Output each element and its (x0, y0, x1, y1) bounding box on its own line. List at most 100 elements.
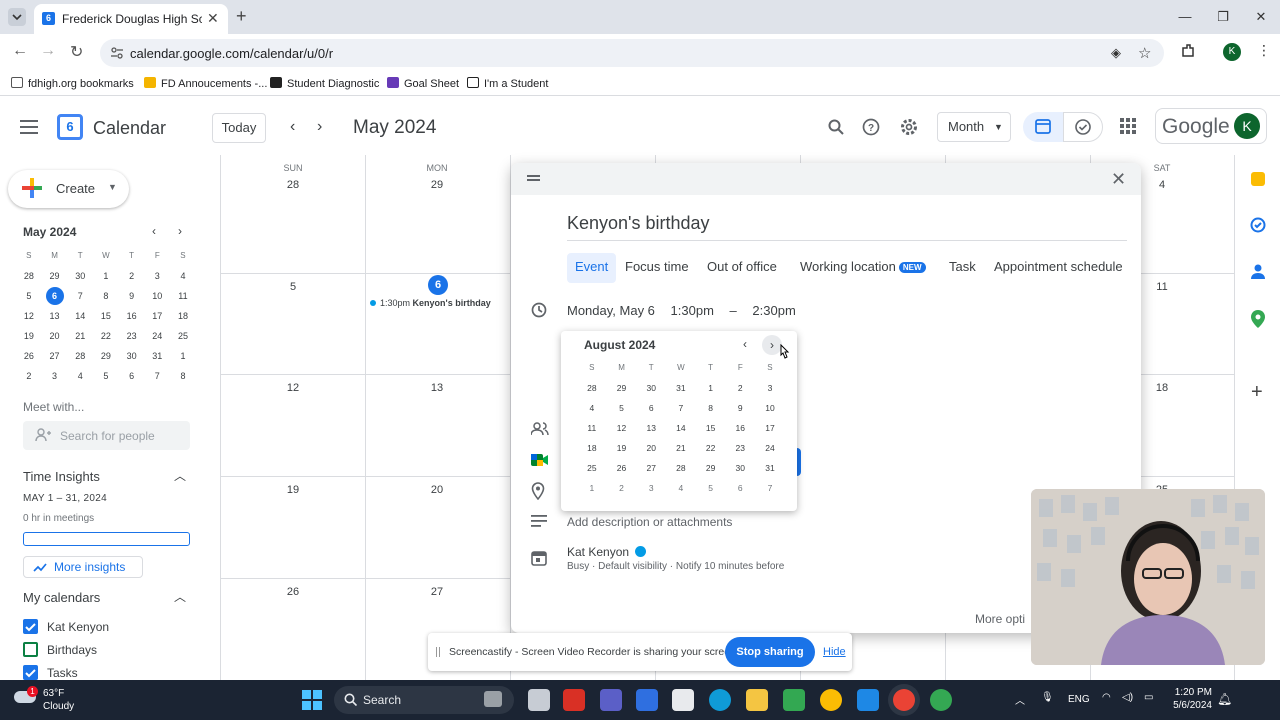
event-title-input[interactable]: Kenyon's birthday (567, 213, 1127, 241)
taskbar-search[interactable]: Search (334, 686, 514, 714)
picker-day[interactable]: 8 (696, 398, 726, 418)
tab-task[interactable]: Task (949, 259, 976, 274)
picker-day[interactable]: 15 (696, 418, 726, 438)
mini-day[interactable]: 22 (93, 326, 119, 346)
picker-day[interactable]: 7 (755, 478, 785, 498)
event-chip[interactable]: 1:30pm Kenyon's birthday (365, 295, 503, 311)
keep-icon[interactable] (1251, 172, 1265, 186)
task-view-icon[interactable] (528, 689, 550, 711)
day-number[interactable]: 19 (221, 484, 365, 496)
mini-day[interactable]: 2 (119, 266, 145, 286)
app-icon[interactable] (857, 689, 879, 711)
mini-day[interactable]: 6 (119, 366, 145, 386)
more-insights-button[interactable]: More insights (23, 556, 143, 578)
owner-details[interactable]: Busy · Default visibility · Notify 10 mi… (567, 561, 784, 572)
drag-handle-icon[interactable] (527, 175, 540, 181)
mini-day[interactable]: 28 (67, 346, 93, 366)
date-field[interactable]: Monday, May 6 (567, 303, 655, 318)
microphone-icon[interactable]: 🎙 (1041, 692, 1054, 703)
drag-grip-icon[interactable] (436, 647, 440, 657)
mini-day[interactable]: 29 (42, 266, 68, 286)
mini-day[interactable]: 4 (67, 366, 93, 386)
picker-day[interactable]: 23 (725, 438, 755, 458)
mini-day[interactable]: 18 (170, 306, 196, 326)
mini-day[interactable]: 19 (16, 326, 42, 346)
picker-day[interactable]: 11 (577, 418, 607, 438)
clock[interactable]: 1:20 PM 5/6/2024 (1160, 686, 1212, 712)
contacts-icon[interactable] (1251, 263, 1265, 279)
calendar-owner[interactable]: Kat Kenyon (567, 545, 647, 559)
mini-day[interactable]: 26 (16, 346, 42, 366)
help-icon[interactable]: ? (862, 118, 880, 136)
picker-day[interactable]: 1 (577, 478, 607, 498)
picker-day[interactable]: 31 (666, 378, 696, 398)
today-button[interactable]: Today (212, 113, 266, 143)
bookmark-star-icon[interactable]: ☆ (1138, 44, 1151, 62)
notifications-bell-icon[interactable]: 🔔︎ (1217, 692, 1232, 706)
windows-start-icon[interactable] (302, 690, 322, 710)
checkbox-checked-icon[interactable] (23, 665, 38, 680)
picker-day[interactable]: 3 (755, 378, 785, 398)
day-number[interactable]: 12 (221, 382, 365, 394)
mini-day[interactable]: 20 (42, 326, 68, 346)
snipping-tool-icon[interactable] (672, 689, 694, 711)
picker-day[interactable]: 25 (577, 458, 607, 478)
chrome-active-icon[interactable] (893, 689, 915, 711)
today-day-number[interactable]: 6 (428, 275, 448, 295)
picker-day[interactable]: 12 (607, 418, 637, 438)
site-info-icon[interactable] (110, 46, 124, 60)
picker-day[interactable]: 4 (577, 398, 607, 418)
mini-day[interactable]: 10 (144, 286, 170, 306)
mini-day[interactable]: 12 (16, 306, 42, 326)
maps-icon[interactable] (1251, 310, 1265, 328)
acrobat-icon[interactable] (563, 689, 585, 711)
search-icon[interactable] (828, 119, 844, 135)
mini-day[interactable]: 16 (119, 306, 145, 326)
tray-overflow-icon[interactable]: ︿ (1015, 692, 1025, 707)
browser-tab[interactable]: 6 Frederick Douglas High School ✕ (34, 4, 228, 34)
mini-day[interactable]: 1 (93, 266, 119, 286)
mini-day[interactable]: 25 (170, 326, 196, 346)
day-number[interactable]: 28 (221, 179, 365, 191)
picker-day[interactable]: 2 (725, 378, 755, 398)
picker-day[interactable]: 13 (636, 418, 666, 438)
mini-day[interactable]: 15 (93, 306, 119, 326)
day-number[interactable]: 5 (221, 281, 365, 293)
mini-day[interactable]: 7 (144, 366, 170, 386)
mini-day[interactable]: 29 (93, 346, 119, 366)
mini-day[interactable]: 8 (170, 366, 196, 386)
minimize-icon[interactable]: — (1166, 0, 1204, 34)
language-indicator[interactable]: ENG (1068, 694, 1090, 705)
my-calendars-heading[interactable]: My calendars (23, 590, 100, 605)
google-apps-grid-icon[interactable] (1120, 118, 1136, 134)
picker-day[interactable]: 28 (666, 458, 696, 478)
tab-appointment-schedule[interactable]: Appointment schedule (994, 259, 1123, 274)
picker-day[interactable]: 31 (755, 458, 785, 478)
picker-day[interactable]: 24 (755, 438, 785, 458)
browser-menu-icon[interactable]: ⋮ (1257, 42, 1271, 59)
view-selector[interactable]: Month ▼ (937, 112, 1011, 142)
bookmark-item[interactable]: FD Annoucements -... (144, 77, 267, 90)
new-tab-icon[interactable]: + (236, 6, 247, 27)
picker-day[interactable]: 18 (577, 438, 607, 458)
mini-prev-chevron-icon[interactable]: ‹ (152, 224, 156, 238)
picker-day[interactable]: 1 (696, 378, 726, 398)
picker-day[interactable]: 4 (666, 478, 696, 498)
mini-day[interactable]: 3 (42, 366, 68, 386)
add-addon-icon[interactable]: + (1251, 381, 1263, 404)
checkbox-unchecked-icon[interactable] (23, 642, 38, 657)
picker-day[interactable]: 6 (636, 398, 666, 418)
mini-day[interactable]: 23 (119, 326, 145, 346)
google-account-box[interactable]: Google K (1155, 108, 1267, 144)
picker-day[interactable]: 19 (607, 438, 637, 458)
mini-day[interactable]: 3 (144, 266, 170, 286)
hide-link[interactable]: Hide (823, 646, 846, 658)
mini-day[interactable]: 11 (170, 286, 196, 306)
day-number[interactable]: 13 (365, 382, 509, 394)
picker-day[interactable]: 22 (696, 438, 726, 458)
bookmark-folder[interactable]: fdhigh.org bookmarks (11, 77, 134, 90)
maximize-icon[interactable]: ❐ (1204, 0, 1242, 34)
chevron-up-icon[interactable]: ︿ (174, 467, 186, 484)
address-bar[interactable]: calendar.google.com/calendar/u/0/r ◈ ☆ (100, 39, 1164, 67)
mini-day[interactable]: 13 (42, 306, 68, 326)
